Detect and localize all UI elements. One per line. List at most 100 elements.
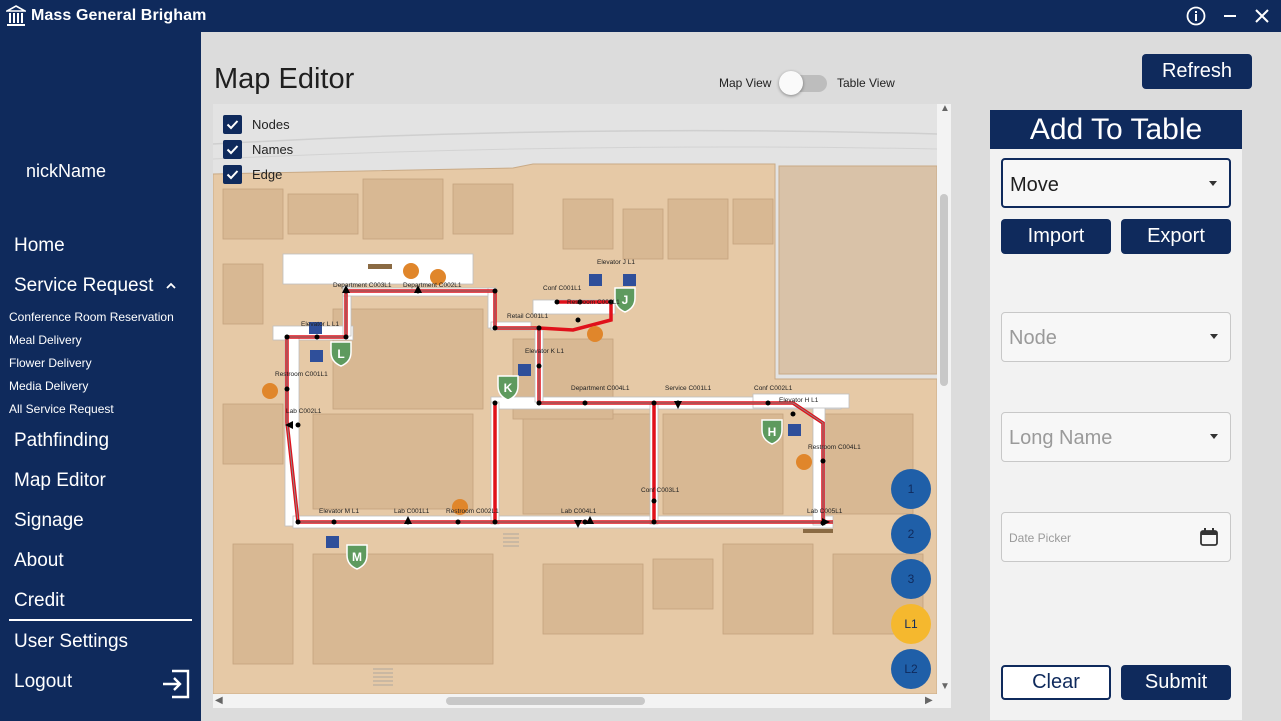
map-view-label: Map View: [719, 76, 772, 90]
node-label-restroom-c001: Restroom C001L1: [275, 371, 328, 378]
nav-user-settings[interactable]: User Settings: [14, 631, 128, 653]
node-select-placeholder: Node: [1009, 327, 1057, 349]
edge-checkbox[interactable]: [223, 165, 242, 184]
node-label-elevator-ll1: Elevator L L1: [301, 321, 339, 328]
checkmark-icon: [226, 170, 239, 180]
node-label-elevator-hl1: Elevator H L1: [779, 397, 819, 404]
zone-letter-j: J: [622, 293, 629, 307]
nodes-checkbox-label: Nodes: [252, 117, 290, 132]
edge-checkbox-label: Edge: [252, 167, 283, 182]
nav-pathfinding[interactable]: Pathfinding: [14, 430, 109, 452]
node-label-dept-c003: Department C003L1: [333, 282, 392, 289]
nav-media-delivery[interactable]: Media Delivery: [9, 379, 88, 393]
sidebar-divider: [9, 619, 192, 621]
checkmark-icon: [226, 145, 239, 155]
node-label-dept-c004: Department C004L1: [571, 385, 630, 392]
submit-button[interactable]: Submit: [1121, 665, 1231, 700]
zone-letter-m: M: [352, 550, 362, 564]
type-select-value: Move: [1010, 174, 1059, 196]
nav-conference-room[interactable]: Conference Room Reservation: [9, 310, 174, 324]
node-label-elevator-jl1: Elevator J L1: [597, 259, 635, 266]
nav-home[interactable]: Home: [14, 235, 65, 257]
table-view-label: Table View: [837, 76, 895, 90]
nodes-checkbox[interactable]: [223, 115, 242, 134]
node-select[interactable]: Node: [1001, 312, 1231, 362]
logout-icon[interactable]: [160, 668, 192, 700]
floor-l1-button[interactable]: L1: [891, 604, 931, 644]
info-icon[interactable]: [1184, 4, 1208, 28]
view-toggle-knob[interactable]: [779, 71, 803, 95]
nav-service-request[interactable]: Service Request: [14, 275, 177, 297]
scroll-down-arrow-icon[interactable]: ▼: [940, 681, 950, 692]
brand-name: Mass General Brigham: [31, 7, 207, 24]
nav-logout[interactable]: Logout: [14, 671, 72, 693]
dropdown-caret-icon: [1210, 434, 1218, 439]
main-content: Map Editor Map View Table View Refresh L…: [201, 32, 1281, 721]
scroll-up-arrow-icon[interactable]: ▲: [940, 103, 950, 114]
close-icon[interactable]: [1250, 4, 1274, 28]
node-label-retail-c001: Retail C001L1: [507, 313, 549, 320]
node-label-conf-c003: Conf C003L1: [641, 487, 680, 494]
node-label-dept-c002: Department C002L1: [403, 282, 462, 289]
user-nickname: nickName: [26, 161, 107, 181]
clear-button[interactable]: Clear: [1001, 665, 1111, 700]
names-checkbox-row[interactable]: Names: [223, 140, 293, 159]
node-label-elevator-ml1: Elevator M L1: [319, 508, 359, 515]
horizontal-scroll-thumb[interactable]: [446, 697, 645, 705]
calendar-icon[interactable]: [1199, 527, 1219, 547]
vertical-scroll-thumb[interactable]: [940, 194, 948, 386]
chevron-up-icon: [166, 282, 176, 289]
checkmark-icon: [226, 120, 239, 130]
floor-l2-button[interactable]: L2: [891, 649, 931, 689]
floor-3-button[interactable]: 3: [891, 559, 931, 599]
scroll-right-arrow-icon[interactable]: ▶: [925, 695, 933, 706]
dropdown-caret-icon: [1210, 334, 1218, 339]
node-label-lab-c002: Lab C002L1: [286, 408, 322, 415]
nav-all-service-request[interactable]: All Service Request: [9, 402, 114, 416]
page-title: Map Editor: [214, 63, 355, 95]
sidebar: nickName Home Service Request Conference…: [0, 32, 201, 721]
node-label-service-c001: Service C001L1: [665, 385, 712, 392]
map-vertical-scrollbar[interactable]: ▲ ▼: [937, 103, 951, 694]
scroll-left-arrow-icon[interactable]: ◀: [215, 695, 223, 706]
floor-map[interactable]: L K J H M Department C003L1 Department C002L1…: [213, 104, 937, 694]
import-button[interactable]: Import: [1001, 219, 1111, 254]
date-picker[interactable]: Date Picker: [1001, 512, 1231, 562]
zone-letter-k: K: [504, 381, 513, 395]
nav-meal-delivery[interactable]: Meal Delivery: [9, 333, 82, 347]
nodes-checkbox-row[interactable]: Nodes: [223, 115, 290, 134]
node-label-conf-c002: Conf C002L1: [754, 385, 793, 392]
nav-credit[interactable]: Credit: [14, 590, 65, 612]
node-label-elevator-kl1: Elevator K L1: [525, 348, 564, 355]
node-label-lab-c001: Lab C001L1: [394, 508, 430, 515]
node-label-lab-c004: Lab C004L1: [561, 508, 597, 515]
export-button[interactable]: Export: [1121, 219, 1231, 254]
panel-header: Add To Table: [990, 110, 1242, 149]
type-select[interactable]: Move: [1001, 158, 1231, 208]
node-label-restroom-c002: Restroom C002L1: [446, 508, 499, 515]
names-checkbox-label: Names: [252, 142, 294, 157]
nav-map-editor[interactable]: Map Editor: [14, 470, 106, 492]
nav-signage[interactable]: Signage: [14, 510, 84, 532]
nav-service-request-label: Service Request: [14, 275, 154, 296]
minimize-icon[interactable]: [1218, 4, 1242, 28]
title-bar: Mass General Brigham: [0, 0, 1281, 32]
floor-2-button[interactable]: 2: [891, 514, 931, 554]
nav-flower-delivery[interactable]: Flower Delivery: [9, 356, 92, 370]
zone-letter-l: L: [337, 347, 344, 361]
long-name-placeholder: Long Name: [1009, 427, 1113, 449]
edge-checkbox-row[interactable]: Edge: [223, 165, 282, 184]
floor-1-button[interactable]: 1: [891, 469, 931, 509]
nav-about[interactable]: About: [14, 550, 64, 572]
date-picker-placeholder: Date Picker: [1009, 531, 1072, 545]
zone-letter-h: H: [768, 425, 777, 439]
map-canvas[interactable]: L K J H M Department C003L1 Department C002L1…: [213, 104, 937, 694]
node-label-restroom-c003: Restroom C003L1: [567, 299, 620, 306]
node-label-lab-c005: Lab C005L1: [807, 508, 843, 515]
map-horizontal-scrollbar[interactable]: ◀ ▶: [213, 694, 951, 708]
names-checkbox[interactable]: [223, 140, 242, 159]
refresh-button[interactable]: Refresh: [1142, 54, 1252, 89]
node-label-conf-c001: Conf C001L1: [543, 285, 582, 292]
hospital-logo-icon: [6, 5, 26, 26]
long-name-select[interactable]: Long Name: [1001, 412, 1231, 462]
